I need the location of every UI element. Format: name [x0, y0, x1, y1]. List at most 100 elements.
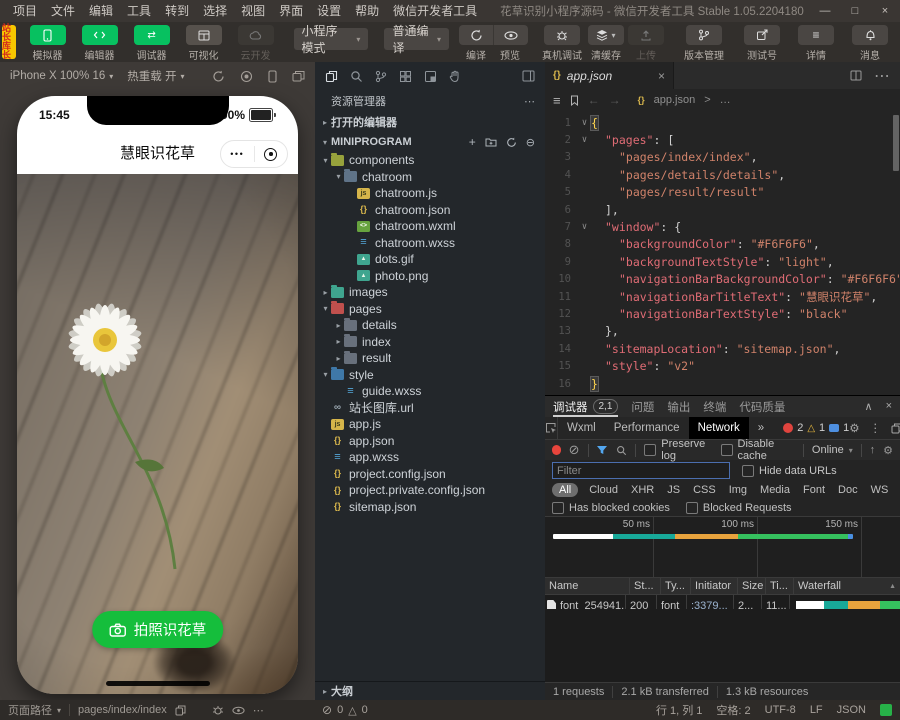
visualization-toggle-button[interactable]: 可视化	[182, 25, 226, 62]
tree-item[interactable]: ≡guide.wxss	[315, 383, 545, 400]
tree-item[interactable]: ▸images	[315, 284, 545, 301]
editor-scrollbar[interactable]	[893, 115, 899, 171]
tree-item[interactable]: ▾pages	[315, 301, 545, 318]
menu-item[interactable]: 转到	[158, 0, 196, 22]
close-tab-icon[interactable]: ×	[658, 69, 665, 83]
menu-item[interactable]: 帮助	[348, 0, 386, 22]
menu-item[interactable]: 视图	[234, 0, 272, 22]
code-line[interactable]: 5"pages/result/result"	[545, 184, 900, 201]
compile-button[interactable]	[459, 25, 493, 45]
code-line[interactable]: 6],	[545, 201, 900, 218]
tab-problems[interactable]: 问题	[631, 399, 654, 415]
tree-item[interactable]: ▾style	[315, 367, 545, 384]
page-path-select[interactable]: 页面路径 ▾	[8, 702, 61, 718]
col-size[interactable]: Size	[738, 578, 766, 594]
tree-item[interactable]: <>chatroom.wxml	[315, 218, 545, 235]
code-line[interactable]: 12"navigationBarTextStyle": "black"	[545, 305, 900, 322]
problems-summary[interactable]: ⊘ 0 △ 0	[322, 703, 368, 717]
split-editor-icon[interactable]	[850, 70, 862, 81]
import-har-icon[interactable]: ↑	[870, 444, 876, 456]
filter-funnel-icon[interactable]	[596, 445, 608, 455]
menu-item[interactable]: 微信开发者工具	[386, 0, 484, 22]
close-button[interactable]: ×	[870, 0, 900, 22]
more-actions-icon[interactable]: ⋯	[524, 95, 535, 108]
tree-item[interactable]: {}chatroom.json	[315, 202, 545, 219]
tab-code-quality[interactable]: 代码质量	[739, 399, 785, 415]
code-line[interactable]: 8"backgroundColor": "#F6F6F6",	[545, 236, 900, 253]
preview-panel-icon[interactable]	[424, 70, 437, 83]
col-name[interactable]: Name	[545, 578, 630, 594]
tree-item[interactable]: ∞站长图库.url	[315, 400, 545, 417]
language-mode[interactable]: JSON	[837, 704, 866, 716]
menu-item[interactable]: 设置	[310, 0, 348, 22]
devtools-menu-icon[interactable]: ⋮	[870, 421, 882, 435]
source-control-icon[interactable]	[375, 70, 387, 83]
encoding[interactable]: UTF-8	[765, 704, 796, 716]
col-status[interactable]: St...	[630, 578, 661, 594]
code-line[interactable]: 11"navigationBarTitleText": "慧眼识花草",	[545, 288, 900, 305]
code-line[interactable]: 1∨{	[545, 114, 900, 131]
simulator-toggle-button[interactable]: 模拟器	[26, 25, 70, 62]
collapse-all-icon[interactable]: ⊖	[526, 136, 535, 149]
clear-cache-button[interactable]: ▾ 清缓存	[588, 25, 624, 62]
search-icon[interactable]	[350, 70, 363, 83]
tree-item[interactable]: ▲photo.png	[315, 268, 545, 285]
tree-item[interactable]: ▲dots.gif	[315, 251, 545, 268]
tree-item[interactable]: ≡chatroom.wxss	[315, 235, 545, 252]
collapse-panel-icon[interactable]: ∧	[865, 400, 873, 413]
network-type-doc[interactable]: Doc	[836, 484, 860, 496]
network-type-js[interactable]: JS	[665, 484, 682, 496]
tab-wxml[interactable]: Wxml	[558, 417, 605, 439]
col-initiator[interactable]: Initiator	[691, 578, 738, 594]
network-type-img[interactable]: Img	[727, 484, 749, 496]
menu-item[interactable]: 项目	[6, 0, 44, 22]
menu-item[interactable]: 选择	[196, 0, 234, 22]
network-settings-icon[interactable]: ⚙	[883, 444, 893, 457]
preview-button[interactable]	[493, 25, 528, 45]
tab-debugger[interactable]: 调试器 2,1	[553, 396, 618, 417]
device-select[interactable]: iPhone X 100% 16	[10, 70, 105, 82]
hand-tool-icon[interactable]	[449, 70, 461, 83]
details-button[interactable]: ≡ 详情	[794, 25, 838, 62]
tree-item[interactable]: jschatroom.js	[315, 185, 545, 202]
editor-more-icon[interactable]: ⋯	[874, 66, 890, 86]
code-line[interactable]: 3"pages/index/index",	[545, 149, 900, 166]
breadcrumb-more[interactable]: …	[720, 94, 731, 106]
has-blocked-cookies-checkbox[interactable]: Has blocked cookies	[552, 502, 670, 514]
cursor-position[interactable]: 行 1, 列 1	[656, 702, 702, 718]
throttling-select[interactable]: Online▾	[812, 444, 853, 456]
inspect-element-icon[interactable]	[545, 417, 558, 439]
exit-target-button[interactable]	[255, 148, 288, 161]
tree-item[interactable]: {}project.private.config.json	[315, 482, 545, 499]
tree-item[interactable]: {}app.json	[315, 433, 545, 450]
chevron-down-icon[interactable]: ▾	[109, 72, 113, 81]
menu-item[interactable]: 编辑	[82, 0, 120, 22]
code-line[interactable]: 15"style": "v2"	[545, 357, 900, 374]
debugger-toggle-button[interactable]: ⇄ 调试器	[130, 25, 174, 62]
tree-item[interactable]: {}project.config.json	[315, 466, 545, 483]
mode-select[interactable]: 小程序模式 ▾	[294, 28, 369, 50]
more-menu-button[interactable]: •••	[221, 149, 254, 159]
tree-item[interactable]: ≡app.wxss	[315, 449, 545, 466]
open-editors-section[interactable]: ▸ 打开的编辑器	[315, 112, 545, 132]
extensions-icon[interactable]	[399, 70, 412, 83]
network-type-font[interactable]: Font	[801, 484, 827, 496]
code-line[interactable]: 2∨"pages": [	[545, 131, 900, 148]
multi-window-icon[interactable]	[292, 70, 305, 82]
tabs-overflow-icon[interactable]: »	[749, 417, 773, 439]
network-timeline[interactable]: 50 ms 100 ms 150 ms	[545, 516, 900, 578]
code-line[interactable]: 10"navigationBarBackgroundColor": "#F6F6…	[545, 271, 900, 288]
minimize-button[interactable]: —	[810, 0, 840, 22]
disable-cache-checkbox[interactable]: Disable cache	[721, 438, 796, 462]
tree-item[interactable]: ▸result	[315, 350, 545, 367]
menu-item[interactable]: 工具	[120, 0, 158, 22]
preserve-log-checkbox[interactable]: Preserve log	[644, 438, 712, 462]
code-area[interactable]: 1∨{2∨"pages": [3"pages/index/index",4"pa…	[545, 111, 900, 395]
tab-terminal[interactable]: 终端	[703, 399, 726, 415]
refresh-explorer-icon[interactable]	[506, 137, 517, 148]
code-line[interactable]: 16}	[545, 375, 900, 392]
outline-section[interactable]: ▸ 大纲	[315, 681, 545, 700]
network-type-css[interactable]: CSS	[691, 484, 718, 496]
toggle-sidebar-icon[interactable]	[522, 70, 535, 82]
tree-item[interactable]: jsapp.js	[315, 416, 545, 433]
